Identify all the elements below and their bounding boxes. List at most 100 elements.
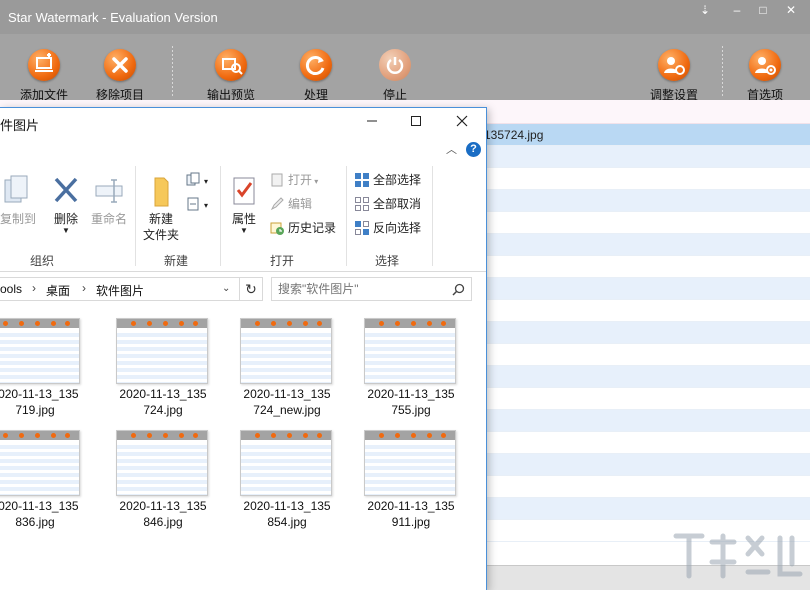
invert-selection-button[interactable]: 反向选择 — [354, 218, 421, 238]
address-bar[interactable]: ools › 桌面 › 软件图片 ⌄ — [0, 277, 262, 301]
app-title: Star Watermark - Evaluation Version — [8, 10, 218, 25]
copy-to-label: 复制到 — [0, 212, 37, 226]
collapse-ribbon-icon[interactable]: ︿ — [446, 141, 457, 157]
explorer-maximize-button[interactable] — [396, 111, 436, 135]
output-preview-button[interactable]: 输出预览 — [195, 49, 267, 103]
file-item[interactable]: 2020-11-13_135 836.jpg — [0, 420, 90, 530]
rename-button[interactable]: 重命名 — [88, 174, 130, 227]
delete-dropdown-icon[interactable]: ▼ — [48, 227, 84, 235]
history-button[interactable]: 历史记录 — [269, 218, 336, 238]
minimize-icon — [367, 120, 377, 122]
search-box[interactable] — [271, 277, 472, 301]
file-thumbnail — [116, 318, 208, 384]
ribbon-separator — [135, 166, 136, 266]
file-item[interactable]: 2020-11-13_135 854.jpg — [232, 420, 342, 530]
ribbon: 复制到 删除 ▼ 重命名 组织 新建 文件夹 ▾ ▾ 新建 属性 ▼ 打开 ▾ … — [0, 160, 486, 272]
copy-to-button[interactable]: 复制到 — [0, 174, 36, 227]
file-name: 2020-11-13_135 724.jpg — [108, 386, 218, 418]
explorer-close-button[interactable] — [442, 111, 482, 135]
file-name: 2020-11-13_135 854.jpg — [232, 498, 342, 530]
breadcrumb-tools[interactable]: ools — [0, 282, 22, 296]
file-thumbnail — [240, 318, 332, 384]
file-thumbnail — [0, 318, 80, 384]
file-item[interactable]: 2020-11-13_135 755.jpg — [356, 308, 466, 418]
site-watermark-logo — [673, 533, 803, 579]
stop-button[interactable]: 停止 — [359, 49, 431, 103]
remove-item-button[interactable]: 移除项目 — [84, 49, 156, 103]
app-toolbar: 添加文件 移除项目 输出预览 处理 停止 调整设置 首选项 — [0, 34, 810, 103]
new-group-label: 新建 — [164, 254, 189, 268]
file-item[interactable]: 2020-11-13_135 719.jpg — [0, 308, 90, 418]
open-label: 打开 — [288, 173, 313, 187]
properties-button[interactable]: 属性 ▼ — [226, 174, 262, 235]
rename-icon — [95, 179, 123, 203]
organize-group-label: 组织 — [30, 254, 55, 268]
file-name: 2020-11-13_135 724_new.jpg — [232, 386, 342, 418]
file-item[interactable]: 2020-11-13_135 724_new.jpg — [232, 308, 342, 418]
rename-label: 重命名 — [90, 212, 127, 226]
file-item[interactable]: 2020-11-13_135 846.jpg — [108, 420, 218, 530]
breadcrumb-chevron-icon[interactable]: › — [82, 281, 86, 295]
file-thumbnail — [240, 430, 332, 496]
easy-access-button[interactable]: ▾ — [185, 194, 208, 214]
adjust-settings-icon — [658, 49, 690, 81]
app-maximize-button[interactable]: □ — [752, 2, 774, 18]
invert-selection-icon — [355, 220, 369, 235]
search-icon[interactable] — [452, 283, 465, 296]
file-name: 2020-11-13_135 755.jpg — [356, 386, 466, 418]
new-folder-label-line2: 文件夹 — [142, 228, 179, 242]
file-name-line1: 2020-11-13_135 — [243, 387, 331, 401]
new-folder-button[interactable]: 新建 文件夹 — [140, 174, 182, 243]
open-button[interactable]: 打开 ▾ — [269, 170, 318, 190]
select-all-button[interactable]: 全部选择 — [354, 170, 421, 190]
explorer-minimize-button[interactable] — [352, 111, 392, 135]
preferences-button[interactable]: 首选项 — [729, 49, 801, 103]
properties-dropdown-icon[interactable]: ▼ — [226, 227, 262, 235]
address-dropdown-icon[interactable]: ⌄ — [222, 283, 230, 294]
ribbon-separator — [220, 166, 221, 266]
breadcrumb-desktop[interactable]: 桌面 — [46, 282, 70, 299]
file-name-line1: 2020-11-13_135 — [119, 387, 207, 401]
app-close-button[interactable]: ✕ — [780, 2, 802, 18]
file-name-line1: 2020-11-13_135 — [367, 387, 455, 401]
new-folder-icon — [154, 177, 169, 207]
file-thumbnail — [0, 430, 80, 496]
select-all-label: 全部选择 — [373, 173, 422, 187]
help-icon[interactable]: ? — [466, 142, 481, 157]
select-none-button[interactable]: 全部取消 — [354, 194, 421, 214]
breadcrumb-software-images[interactable]: 软件图片 — [96, 282, 144, 299]
delete-button[interactable]: 删除 ▼ — [48, 174, 84, 235]
process-button[interactable]: 处理 — [280, 49, 352, 103]
properties-icon — [233, 177, 255, 205]
refresh-button[interactable]: ↻ — [239, 277, 263, 301]
stop-icon — [379, 49, 411, 81]
toolbar-separator — [722, 46, 723, 96]
invert-selection-label: 反向选择 — [373, 221, 422, 235]
app-minimize-button[interactable]: – — [726, 2, 748, 18]
file-name-line2: 724.jpg — [143, 403, 183, 417]
remove-item-icon — [104, 49, 136, 81]
ribbon-separator — [432, 166, 433, 266]
new-item-button[interactable]: ▾ — [185, 170, 208, 190]
file-name-line1: 2020-11-13_135 — [243, 499, 331, 513]
adjust-settings-button[interactable]: 调整设置 — [638, 49, 710, 103]
refresh-icon: ↻ — [245, 281, 257, 297]
file-name-line2: 724_new.jpg — [253, 403, 321, 417]
edit-icon — [270, 197, 284, 210]
file-name-line2: 911.jpg — [391, 515, 431, 529]
file-thumbnail — [364, 318, 456, 384]
file-item[interactable]: 2020-11-13_135 911.jpg — [356, 420, 466, 530]
explorer-title: 件图片 — [0, 118, 40, 133]
app-extra-control-icon[interactable]: ⇣ — [694, 2, 716, 18]
search-input[interactable] — [278, 281, 443, 297]
add-file-button[interactable]: 添加文件 — [8, 49, 80, 103]
edit-button[interactable]: 编辑 — [269, 194, 312, 214]
close-icon — [456, 115, 468, 127]
edit-label: 编辑 — [288, 197, 313, 211]
file-thumbnail — [364, 430, 456, 496]
explorer-titlebar: 件图片 — [0, 108, 486, 138]
file-name: 2020-11-13_135 911.jpg — [356, 498, 466, 530]
file-name-line2: 846.jpg — [143, 515, 183, 529]
breadcrumb-chevron-icon[interactable]: › — [32, 281, 36, 295]
file-item[interactable]: 2020-11-13_135 724.jpg — [108, 308, 218, 418]
